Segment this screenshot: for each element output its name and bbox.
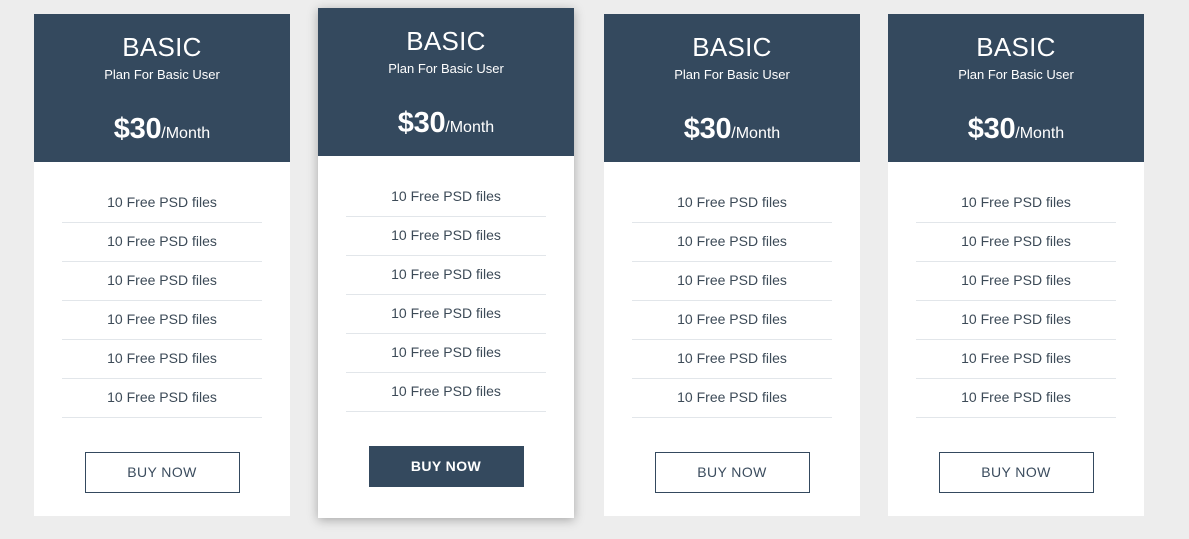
list-item: 10 Free PSD files [62, 379, 262, 418]
list-item: 10 Free PSD files [916, 379, 1116, 418]
list-item: 10 Free PSD files [916, 184, 1116, 223]
pricing-card[interactable]: BASIC Plan For Basic User $30/Month 10 F… [34, 14, 290, 516]
list-item: 10 Free PSD files [62, 340, 262, 379]
buy-now-button[interactable]: BUY NOW [938, 452, 1094, 493]
list-item: 10 Free PSD files [916, 340, 1116, 379]
list-item: 10 Free PSD files [62, 262, 262, 301]
card-action: BUY NOW [34, 418, 290, 537]
price-amount: $30 [967, 113, 1016, 145]
list-item: 10 Free PSD files [632, 262, 832, 301]
list-item: 10 Free PSD files [632, 340, 832, 379]
price-amount: $30 [397, 107, 446, 139]
price-row: $30/Month [34, 99, 290, 162]
price-row: $30/Month [888, 99, 1144, 162]
price-amount: $30 [683, 113, 732, 145]
plan-tagline: Plan For Basic User [958, 67, 1074, 82]
price-period: /Month [1015, 125, 1065, 142]
price-period: /Month [731, 125, 781, 142]
list-item: 10 Free PSD files [346, 373, 546, 412]
list-item: 10 Free PSD files [916, 223, 1116, 262]
list-item: 10 Free PSD files [346, 256, 546, 295]
list-item: 10 Free PSD files [632, 301, 832, 340]
buy-now-button[interactable]: BUY NOW [84, 452, 240, 493]
list-item: 10 Free PSD files [916, 301, 1116, 340]
card-header: BASIC Plan For Basic User [318, 8, 574, 93]
card-action: BUY NOW [318, 412, 574, 531]
pricing-card[interactable]: BASIC Plan For Basic User $30/Month 10 F… [604, 14, 860, 516]
buy-now-button[interactable]: BUY NOW [654, 452, 810, 493]
list-item: 10 Free PSD files [346, 217, 546, 256]
list-item: 10 Free PSD files [632, 379, 832, 418]
list-item: 10 Free PSD files [632, 223, 832, 262]
feature-list: 10 Free PSD files 10 Free PSD files 10 F… [34, 162, 290, 418]
card-action: BUY NOW [604, 418, 860, 537]
buy-now-button[interactable]: BUY NOW [368, 446, 524, 487]
pricing-table: BASIC Plan For Basic User $30/Month 10 F… [0, 0, 1189, 539]
list-item: 10 Free PSD files [632, 184, 832, 223]
price-amount: $30 [113, 113, 162, 145]
card-action: BUY NOW [888, 418, 1144, 537]
price-period: /Month [161, 125, 211, 142]
list-item: 10 Free PSD files [346, 295, 546, 334]
plan-name: BASIC [976, 32, 1056, 62]
price-row: $30/Month [318, 93, 574, 156]
plan-tagline: Plan For Basic User [104, 67, 220, 82]
plan-name: BASIC [692, 32, 772, 62]
price-period: /Month [445, 119, 495, 136]
list-item: 10 Free PSD files [916, 262, 1116, 301]
list-item: 10 Free PSD files [346, 178, 546, 217]
plan-tagline: Plan For Basic User [674, 67, 790, 82]
plan-name: BASIC [122, 32, 202, 62]
feature-list: 10 Free PSD files 10 Free PSD files 10 F… [318, 156, 574, 412]
price-row: $30/Month [604, 99, 860, 162]
pricing-card-featured[interactable]: BASIC Plan For Basic User $30/Month 10 F… [318, 8, 574, 518]
plan-tagline: Plan For Basic User [388, 61, 504, 76]
list-item: 10 Free PSD files [62, 223, 262, 262]
list-item: 10 Free PSD files [62, 301, 262, 340]
card-header: BASIC Plan For Basic User [34, 14, 290, 99]
feature-list: 10 Free PSD files 10 Free PSD files 10 F… [604, 162, 860, 418]
list-item: 10 Free PSD files [62, 184, 262, 223]
card-header: BASIC Plan For Basic User [888, 14, 1144, 99]
feature-list: 10 Free PSD files 10 Free PSD files 10 F… [888, 162, 1144, 418]
list-item: 10 Free PSD files [346, 334, 546, 373]
pricing-card[interactable]: BASIC Plan For Basic User $30/Month 10 F… [888, 14, 1144, 516]
plan-name: BASIC [406, 26, 486, 56]
card-header: BASIC Plan For Basic User [604, 14, 860, 99]
